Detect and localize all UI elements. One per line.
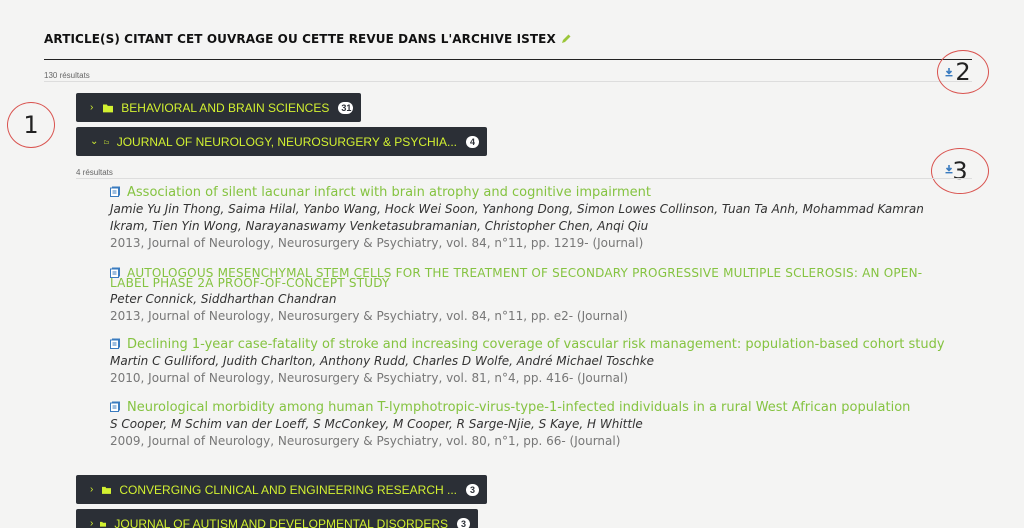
- article-meta: 2009, Journal of Neurology, Neurosurgery…: [110, 434, 621, 448]
- article-authors: Martin C Gulliford, Judith Charlton, Ant…: [110, 354, 655, 368]
- folder-result-count: 4 résultats: [76, 168, 113, 177]
- article-title-link[interactable]: Neurological morbidity among human T-lym…: [110, 400, 960, 416]
- folder-count-badge: 4: [466, 135, 479, 148]
- folder-icon: [102, 486, 112, 494]
- document-icon: [110, 401, 120, 412]
- article-item: Neurological morbidity among human T-lym…: [110, 400, 960, 449]
- article-item: Association of silent lacunar infarct wi…: [110, 185, 960, 251]
- folder-label: JOURNAL OF AUTISM AND DEVELOPMENTAL DISO…: [114, 516, 448, 528]
- folder-count-badge: 3: [457, 517, 470, 528]
- article-meta: 2010, Journal of Neurology, Neurosurgery…: [110, 371, 629, 385]
- annotation-2: 2: [937, 50, 989, 94]
- document-icon: [110, 186, 120, 197]
- folder-divider: [76, 178, 972, 179]
- folder-count-badge: 3: [466, 483, 479, 496]
- annotation-1: 1: [7, 102, 55, 148]
- folder-label: CONVERGING CLINICAL AND ENGINEERING RESE…: [119, 482, 457, 497]
- folder-journal-autism[interactable]: › JOURNAL OF AUTISM AND DEVELOPMENTAL DI…: [76, 509, 478, 528]
- section-title: ARTICLE(S) CITANT CET OUVRAGE OU CETTE R…: [44, 32, 556, 46]
- pencil-icon[interactable]: [560, 33, 572, 45]
- document-icon: [110, 338, 120, 349]
- results-divider: [44, 81, 972, 82]
- folder-converging-clinical[interactable]: › CONVERGING CLINICAL AND ENGINEERING RE…: [76, 475, 487, 504]
- article-meta: 2013, Journal of Neurology, Neurosurgery…: [110, 236, 644, 250]
- folder-behavioral-brain-sciences[interactable]: › BEHAVIORAL AND BRAIN SCIENCES 31: [76, 93, 361, 122]
- folder-open-icon: [104, 139, 109, 144]
- article-title-link[interactable]: AUTOLOGOUS MESENCHYMAL STEM CELLS FOR TH…: [110, 267, 960, 289]
- article-title-link[interactable]: Declining 1-year case-fatality of stroke…: [110, 337, 960, 353]
- chevron-right-icon: ›: [90, 484, 94, 495]
- folder-icon: [102, 104, 114, 112]
- folder-label: BEHAVIORAL AND BRAIN SCIENCES: [121, 100, 330, 115]
- article-item: AUTOLOGOUS MESENCHYMAL STEM CELLS FOR TH…: [110, 267, 960, 324]
- chevron-right-icon: ›: [90, 102, 94, 113]
- folder-label: JOURNAL OF NEUROLOGY, NEUROSURGERY & PSY…: [116, 134, 457, 149]
- article-meta: 2013, Journal of Neurology, Neurosurgery…: [110, 309, 628, 323]
- article-authors: S Cooper, M Schim van der Loeff, S McCon…: [110, 417, 643, 431]
- result-count: 130 résultats: [44, 71, 90, 80]
- folder-journal-neurology[interactable]: ⌄ JOURNAL OF NEUROLOGY, NEUROSURGERY & P…: [76, 127, 487, 156]
- article-authors: Jamie Yu Jin Thong, Saima Hilal, Yanbo W…: [110, 202, 924, 233]
- folder-icon: [100, 521, 107, 527]
- folder-count-badge: 31: [338, 101, 353, 114]
- section-divider: [44, 59, 972, 60]
- chevron-down-icon: ⌄: [90, 136, 99, 147]
- chevron-right-icon: ›: [90, 518, 94, 528]
- article-item: Declining 1-year case-fatality of stroke…: [110, 337, 960, 386]
- article-authors: Peter Connick, Siddharthan Chandran: [110, 292, 337, 306]
- article-title-link[interactable]: Association of silent lacunar infarct wi…: [110, 185, 960, 201]
